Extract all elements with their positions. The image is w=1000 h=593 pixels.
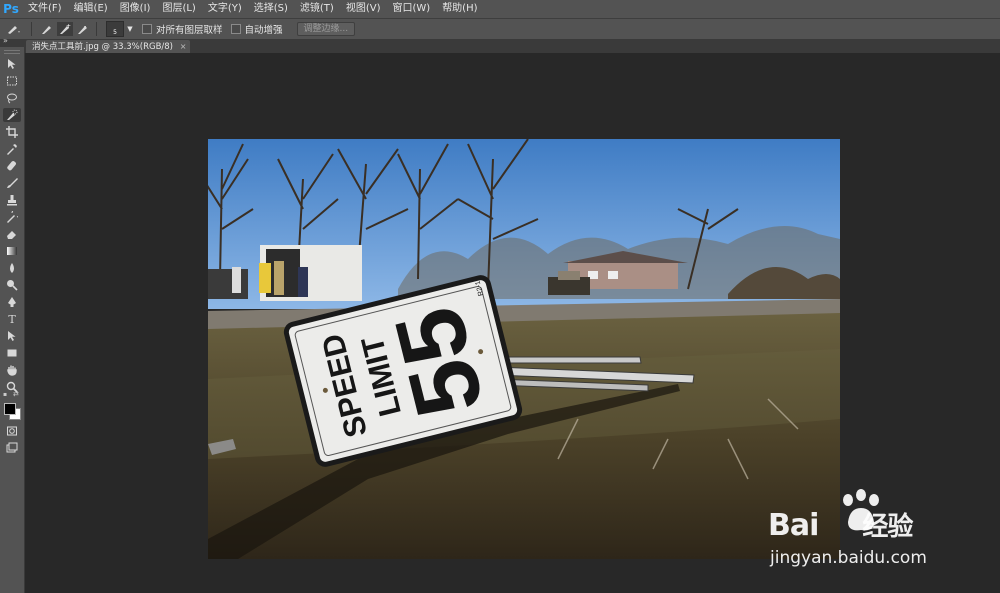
move-tool-icon[interactable] — [3, 57, 21, 71]
close-icon[interactable]: × — [180, 42, 187, 51]
menu-type[interactable]: 文字(Y) — [202, 0, 248, 18]
baidu-jingyan-watermark: Bai 经验 jingyan.baidu.com — [768, 488, 994, 578]
menu-file[interactable]: 文件(F) — [22, 0, 68, 18]
tool-preset-picker[interactable] — [2, 22, 26, 36]
toolbar-collapse-header[interactable]: » — [0, 36, 24, 47]
separator — [31, 22, 32, 36]
crop-tool-icon[interactable] — [3, 125, 21, 139]
marquee-tool-icon[interactable] — [3, 74, 21, 88]
brush-subtract-icon: - — [78, 23, 87, 34]
menu-select[interactable]: 选择(S) — [248, 0, 294, 18]
eyedropper-tool-icon[interactable] — [3, 142, 21, 156]
quick-selection-brush-icon — [8, 26, 20, 34]
auto-enhance-label: 自动增强 — [244, 25, 283, 36]
new-selection-button[interactable] — [39, 22, 55, 36]
brush-size-value: 5 — [113, 29, 117, 36]
refine-edge-button[interactable]: 调整边缘... — [296, 22, 356, 36]
menu-view[interactable]: 视图(V) — [340, 0, 387, 18]
type-tool-icon[interactable]: T — [3, 312, 21, 326]
foreground-color-swatch[interactable] — [4, 403, 16, 415]
auto-enhance-checkbox[interactable] — [230, 24, 241, 34]
svg-text:-: - — [84, 23, 86, 30]
clone-stamp-tool-icon[interactable] — [3, 193, 21, 207]
lasso-tool-icon[interactable] — [3, 91, 21, 105]
menu-layer[interactable]: 图层(L) — [156, 0, 201, 18]
eraser-tool-icon[interactable] — [3, 227, 21, 241]
sample-all-layers-label: 对所有图层取样 — [156, 25, 223, 36]
tools-panel: T ⇄ ▪ — [0, 47, 25, 593]
watermark-brand: Bai 经验 — [768, 506, 913, 543]
separator — [96, 22, 97, 36]
menu-filter[interactable]: 滤镜(T) — [294, 0, 340, 18]
watermark-brand2: 经验 — [862, 512, 913, 542]
default-colors-icon[interactable]: ▪ — [3, 391, 7, 398]
document-tab-bar: 消失点工具前.jpg @ 33.3%(RGB/8) × — [24, 39, 1000, 53]
quick-selection-tool-icon[interactable] — [3, 108, 21, 122]
menu-image[interactable]: 图像(I) — [114, 0, 157, 18]
sample-all-layers-checkbox[interactable] — [142, 24, 152, 34]
watermark-brand-text: Bai — [768, 508, 819, 543]
document-tab-title: 消失点工具前.jpg @ 33.3%(RGB/8) — [32, 42, 173, 52]
hand-tool-icon[interactable] — [3, 363, 21, 377]
history-brush-tool-icon[interactable] — [3, 210, 21, 224]
chevron-down-icon[interactable]: ▼ — [126, 22, 134, 36]
brush-tool-icon[interactable] — [3, 176, 21, 190]
svg-text:+: + — [66, 23, 71, 30]
type-glyph: T — [8, 312, 16, 326]
subtract-from-selection-button[interactable]: - — [75, 22, 91, 36]
photoshop-logo: Ps — [3, 2, 19, 16]
menu-help[interactable]: 帮助(H) — [436, 0, 483, 18]
add-to-selection-button[interactable]: + — [57, 22, 73, 36]
watermark-site: jingyan.baidu.com — [770, 548, 927, 568]
menu-window[interactable]: 窗口(W) — [386, 0, 436, 18]
panel-grip[interactable] — [4, 50, 20, 54]
brush-size-picker[interactable]: 5 — [106, 21, 124, 37]
swap-colors-icon[interactable]: ⇄ — [13, 390, 19, 398]
rectangle-tool-icon[interactable] — [3, 346, 21, 360]
dodge-tool-icon[interactable] — [3, 278, 21, 292]
brush-new-icon — [42, 26, 51, 34]
document-image[interactable]: SPEED LIMIT 55 R2-1 — [208, 139, 840, 559]
pen-tool-icon[interactable] — [3, 295, 21, 309]
menu-bar: Ps 文件(F) 编辑(E) 图像(I) 图层(L) 文字(Y) 选择(S) 滤… — [0, 0, 1000, 18]
blur-tool-icon[interactable] — [3, 261, 21, 275]
gradient-tool-icon[interactable] — [3, 244, 21, 258]
brush-add-icon: + — [60, 23, 71, 34]
quick-mask-icon[interactable] — [3, 424, 21, 438]
double-chevron-icon: » — [3, 36, 8, 45]
spot-healing-tool-icon[interactable] — [3, 159, 21, 173]
screen-mode-icon[interactable] — [3, 441, 21, 455]
options-bar: + - 5 ▼ 对所有图层取样 自动增强 调整边缘... — [0, 18, 1000, 40]
document-tab[interactable]: 消失点工具前.jpg @ 33.3%(RGB/8) × — [26, 40, 191, 53]
menu-edit[interactable]: 编辑(E) — [68, 0, 114, 18]
path-selection-tool-icon[interactable] — [3, 329, 21, 343]
